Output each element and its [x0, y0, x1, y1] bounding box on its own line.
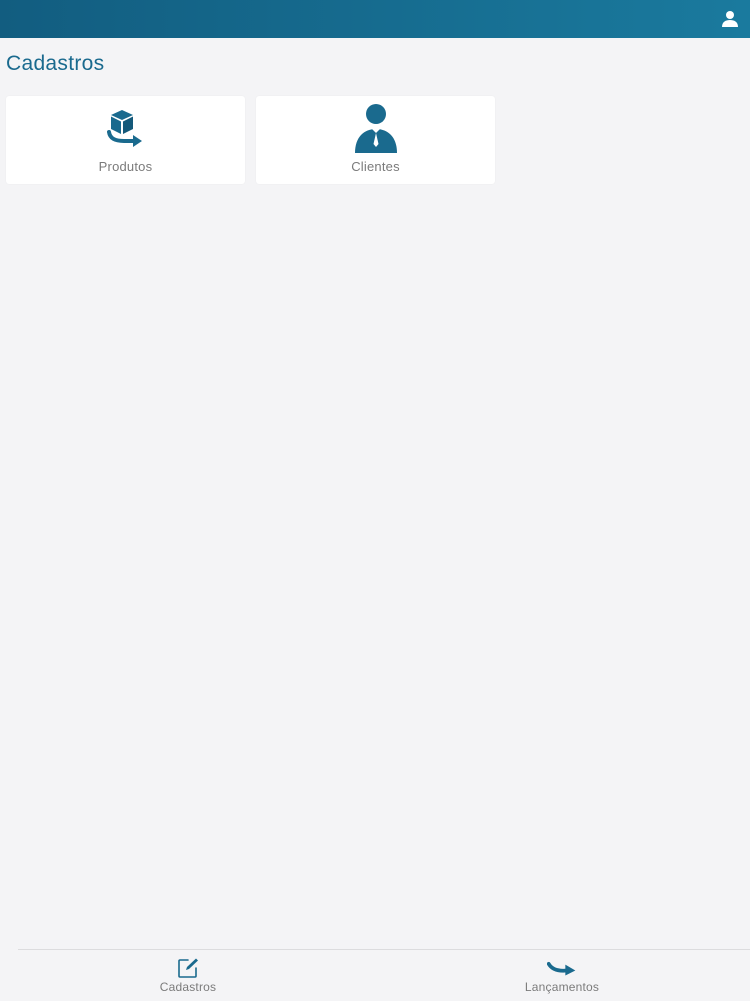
- tab-cadastros-label: Cadastros: [159, 980, 217, 994]
- page-title: Cadastros: [6, 52, 105, 75]
- arrow-right-curved-icon: [547, 956, 577, 980]
- card-produtos[interactable]: Produtos: [6, 96, 245, 184]
- tab-cadastros[interactable]: Cadastros: [98, 950, 278, 1001]
- edit-icon: [173, 956, 203, 980]
- top-app-bar: [0, 0, 750, 38]
- card-clientes[interactable]: Clientes: [256, 96, 495, 184]
- bottom-tab-bar: Cadastros Lançamentos: [18, 949, 750, 1001]
- tab-lancamentos[interactable]: Lançamentos: [472, 950, 652, 1001]
- card-clientes-label: Clientes: [351, 159, 400, 174]
- user-profile-button[interactable]: [718, 7, 742, 31]
- card-produtos-label: Produtos: [98, 159, 153, 174]
- box-arrow-icon: [103, 104, 149, 154]
- tab-lancamentos-label: Lançamentos: [524, 980, 600, 994]
- person-tie-icon: [353, 104, 399, 154]
- user-icon: [722, 11, 738, 27]
